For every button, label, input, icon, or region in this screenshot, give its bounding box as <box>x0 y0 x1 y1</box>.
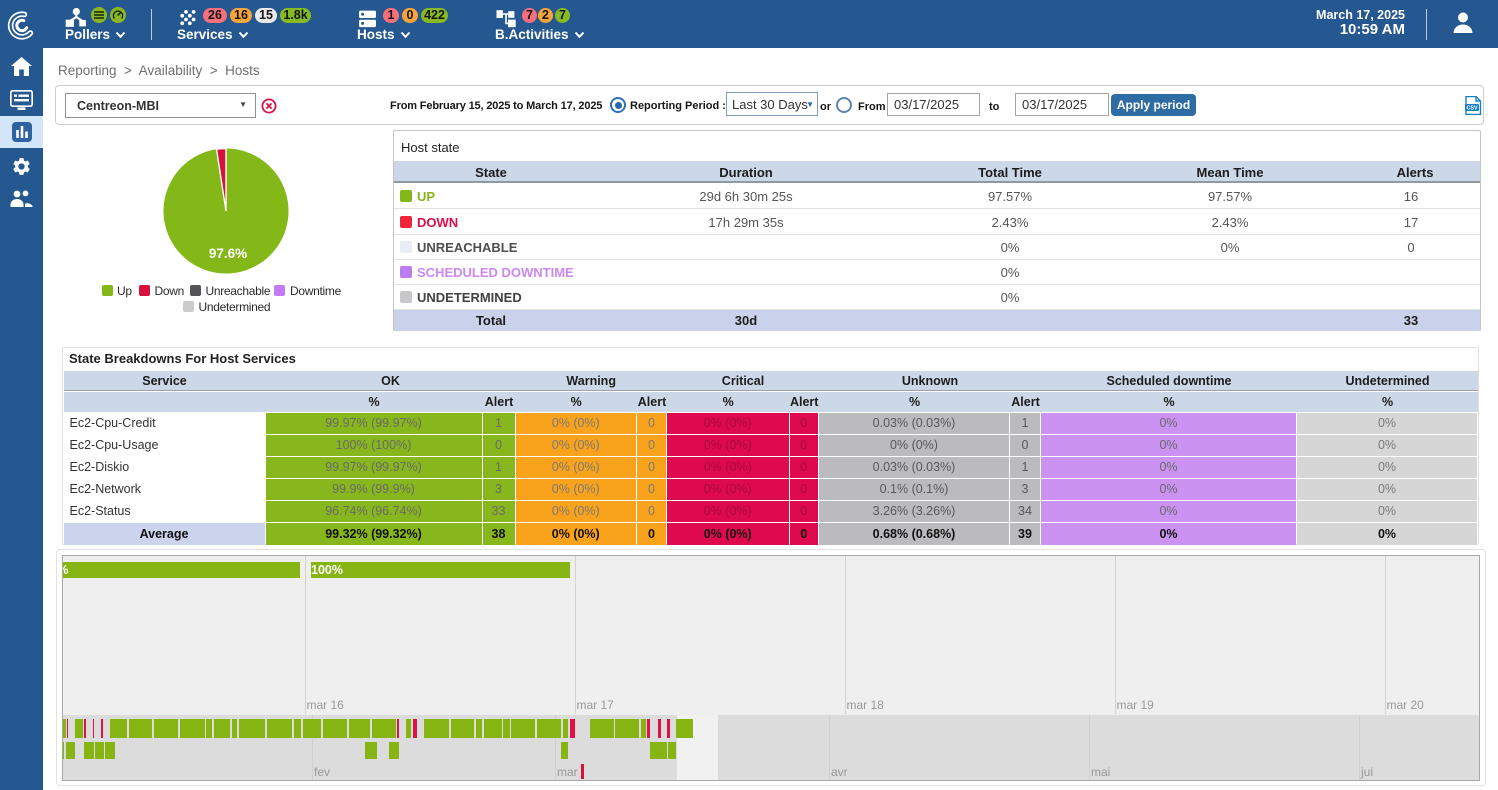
svg-text:CSV: CSV <box>1466 106 1478 112</box>
